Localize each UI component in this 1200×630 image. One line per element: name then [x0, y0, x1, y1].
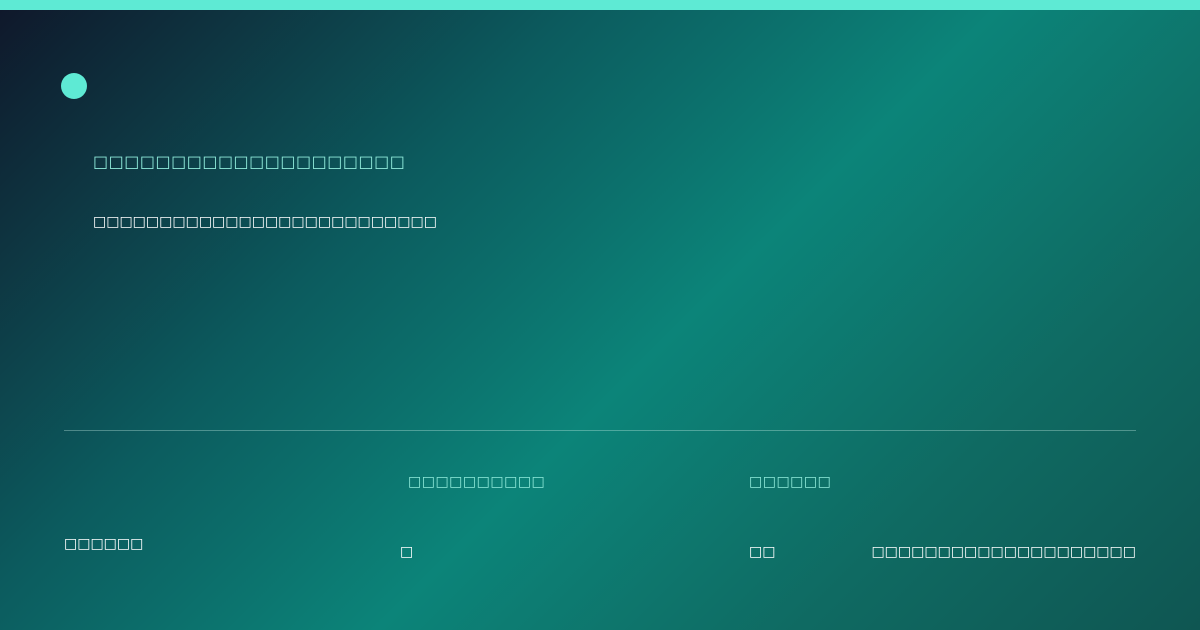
- footer-left-text: □□□□□□: [64, 536, 144, 552]
- stat-label-1: □□□□□□□□□□: [408, 474, 546, 490]
- stat-label-2: □□□□□□: [749, 474, 832, 490]
- accent-top-bar: [0, 0, 1200, 10]
- divider: [64, 430, 1136, 431]
- circle-logo-icon: [61, 73, 87, 99]
- stat-value-2: □□: [749, 544, 776, 560]
- headline: □□□□□□□□□□□□□□□□□□□□: [93, 152, 406, 171]
- subheadline: □□□□□□□□□□□□□□□□□□□□□□□□□□: [93, 214, 437, 230]
- stat-value-1: □: [400, 544, 414, 560]
- footer-right-text: □□□□□□□□□□□□□□□□□□□□: [871, 544, 1136, 560]
